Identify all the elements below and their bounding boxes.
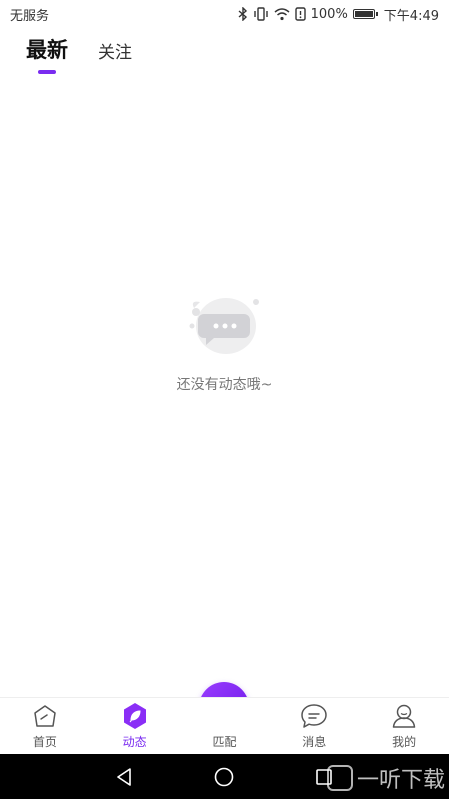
system-navigation-bar: 一听下载: [0, 754, 449, 799]
bottom-navigation: 首页 动态 匹配 消息 我的: [0, 697, 449, 754]
tab-active-indicator: [38, 70, 56, 74]
back-icon[interactable]: [113, 766, 135, 788]
home-circle-icon[interactable]: [213, 766, 235, 788]
chat-bubble-icon: [189, 298, 259, 354]
nav-label-home: 首页: [32, 735, 57, 749]
nav-label-match: 匹配: [212, 735, 237, 749]
carrier-text: 无服务: [10, 8, 50, 24]
sim-alert-icon: [294, 7, 306, 21]
watermark: 一听下载: [326, 762, 445, 794]
nav-item-moments[interactable]: 动态: [95, 702, 175, 750]
watermark-text: 一听下载: [356, 768, 445, 793]
home-icon: [34, 705, 56, 727]
tab-latest-label: 最新: [26, 38, 68, 62]
battery-percent: 100%: [310, 6, 348, 22]
vibrate-icon: [253, 7, 268, 21]
clock-time: 下午4:49: [383, 8, 439, 24]
status-bar: 无服务 100% 下午4:49: [0, 0, 449, 28]
nav-label-profile: 我的: [392, 735, 417, 749]
nav-item-messages[interactable]: 消息: [274, 702, 354, 750]
bluetooth-icon: [238, 7, 247, 21]
watermark-logo-icon: [326, 765, 353, 791]
feed-tabs: 最新 关注: [26, 34, 132, 74]
nav-item-match[interactable]: 匹配: [184, 702, 264, 750]
feather-icon: [123, 703, 146, 729]
nav-label-messages: 消息: [302, 735, 327, 749]
empty-state: 还没有动态哦~: [0, 290, 449, 394]
message-icon: [301, 704, 328, 728]
profile-icon: [392, 704, 416, 728]
battery-icon: [352, 9, 378, 19]
status-icons: 100% 下午4:49: [238, 5, 439, 24]
nav-label-moments: 动态: [122, 735, 147, 749]
nav-item-profile[interactable]: 我的: [364, 702, 444, 750]
wifi-icon: [274, 7, 290, 20]
empty-message: 还没有动态哦~: [176, 377, 273, 393]
nav-item-home[interactable]: 首页: [5, 702, 85, 750]
tab-latest[interactable]: 最新: [26, 34, 68, 74]
tab-following-label: 关注: [98, 43, 132, 63]
tab-following[interactable]: 关注: [98, 38, 132, 64]
